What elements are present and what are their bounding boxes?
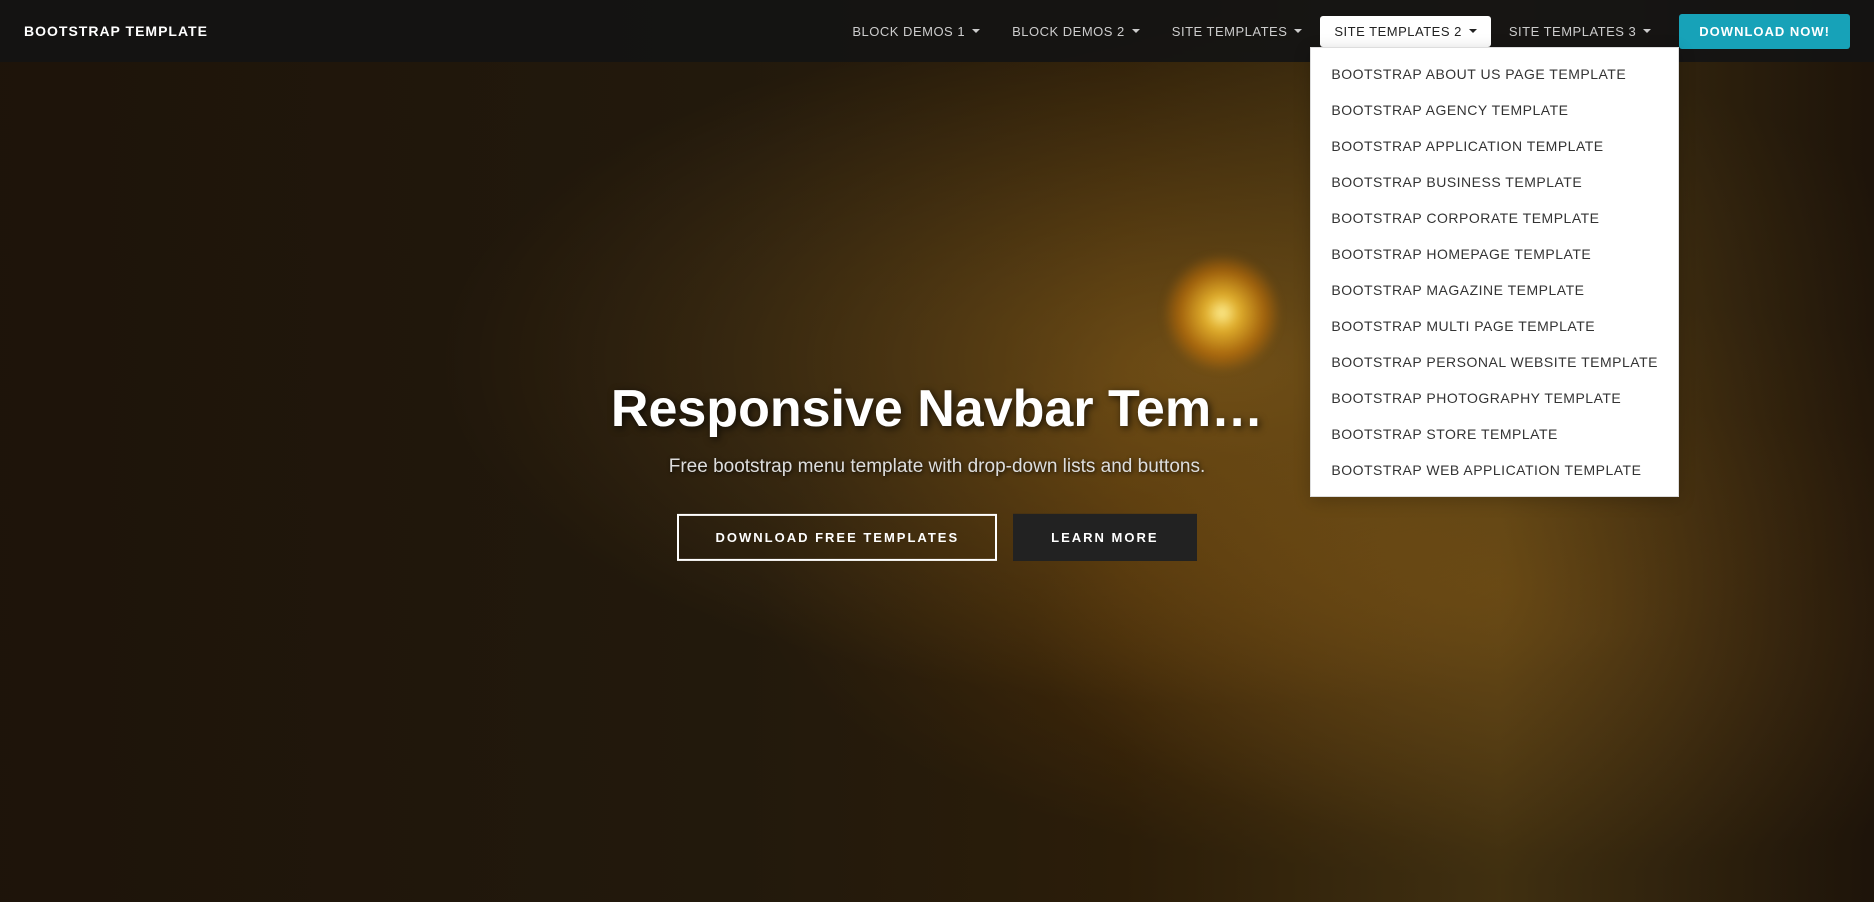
brand-logo: BOOTSTRAP TEMPLATE	[24, 23, 208, 39]
nav-block-demos-2[interactable]: BLOCK DEMOS 2	[998, 16, 1154, 47]
dropdown-item[interactable]: Bootstrap Multi Page Template	[1311, 308, 1678, 344]
dropdown-item[interactable]: Bootstrap About Us Page Template	[1311, 56, 1678, 92]
chevron-down-icon	[1469, 29, 1477, 33]
dropdown-item[interactable]: Bootstrap Magazine Template	[1311, 272, 1678, 308]
chevron-down-icon	[1132, 29, 1140, 33]
dropdown-site-templates-2: Bootstrap About Us Page Template Bootstr…	[1310, 47, 1679, 497]
dropdown-item[interactable]: Bootstrap Application Template	[1311, 128, 1678, 164]
chevron-down-icon	[1294, 29, 1302, 33]
dropdown-item[interactable]: Bootstrap Homepage Template	[1311, 236, 1678, 272]
dropdown-item[interactable]: Bootstrap Store Template	[1311, 416, 1678, 452]
learn-more-button[interactable]: LEARN MORE	[1013, 514, 1196, 561]
nav-site-templates[interactable]: SITE TEMPLATES	[1158, 16, 1317, 47]
dropdown-item[interactable]: Bootstrap Corporate Template	[1311, 200, 1678, 236]
dropdown-item[interactable]: Bootstrap Business Template	[1311, 164, 1678, 200]
hero-content: Responsive Navbar Tem… Free bootstrap me…	[487, 381, 1387, 561]
hero-title: Responsive Navbar Tem…	[487, 381, 1387, 438]
dropdown-item[interactable]: Bootstrap Web Application Template	[1311, 452, 1678, 488]
chevron-down-icon	[972, 29, 980, 33]
nav-block-demos-1[interactable]: BLOCK DEMOS 1	[838, 16, 994, 47]
nav-site-templates-3[interactable]: SITE TEMPLATES 3	[1495, 16, 1665, 47]
hero-buttons: DOWNLOAD FREE TEMPLATES LEARN MORE	[487, 514, 1387, 561]
sparkle-effect	[1162, 253, 1282, 373]
download-now-button[interactable]: DOWNLOAD NOW!	[1679, 14, 1850, 49]
dropdown-item[interactable]: Bootstrap Personal Website Template	[1311, 344, 1678, 380]
download-templates-button[interactable]: DOWNLOAD FREE TEMPLATES	[677, 514, 997, 561]
dropdown-item[interactable]: Bootstrap Photography Template	[1311, 380, 1678, 416]
hero-subtitle: Free bootstrap menu template with drop-d…	[487, 456, 1387, 478]
navbar: BOOTSTRAP TEMPLATE BLOCK DEMOS 1 BLOCK D…	[0, 0, 1874, 62]
dropdown-item[interactable]: Bootstrap Agency Template	[1311, 92, 1678, 128]
chevron-down-icon	[1643, 29, 1651, 33]
nav-items: BLOCK DEMOS 1 BLOCK DEMOS 2 SITE TEMPLAT…	[838, 14, 1850, 49]
nav-site-templates-2[interactable]: SITE TEMPLATES 2 Bootstrap About Us Page…	[1320, 16, 1490, 47]
